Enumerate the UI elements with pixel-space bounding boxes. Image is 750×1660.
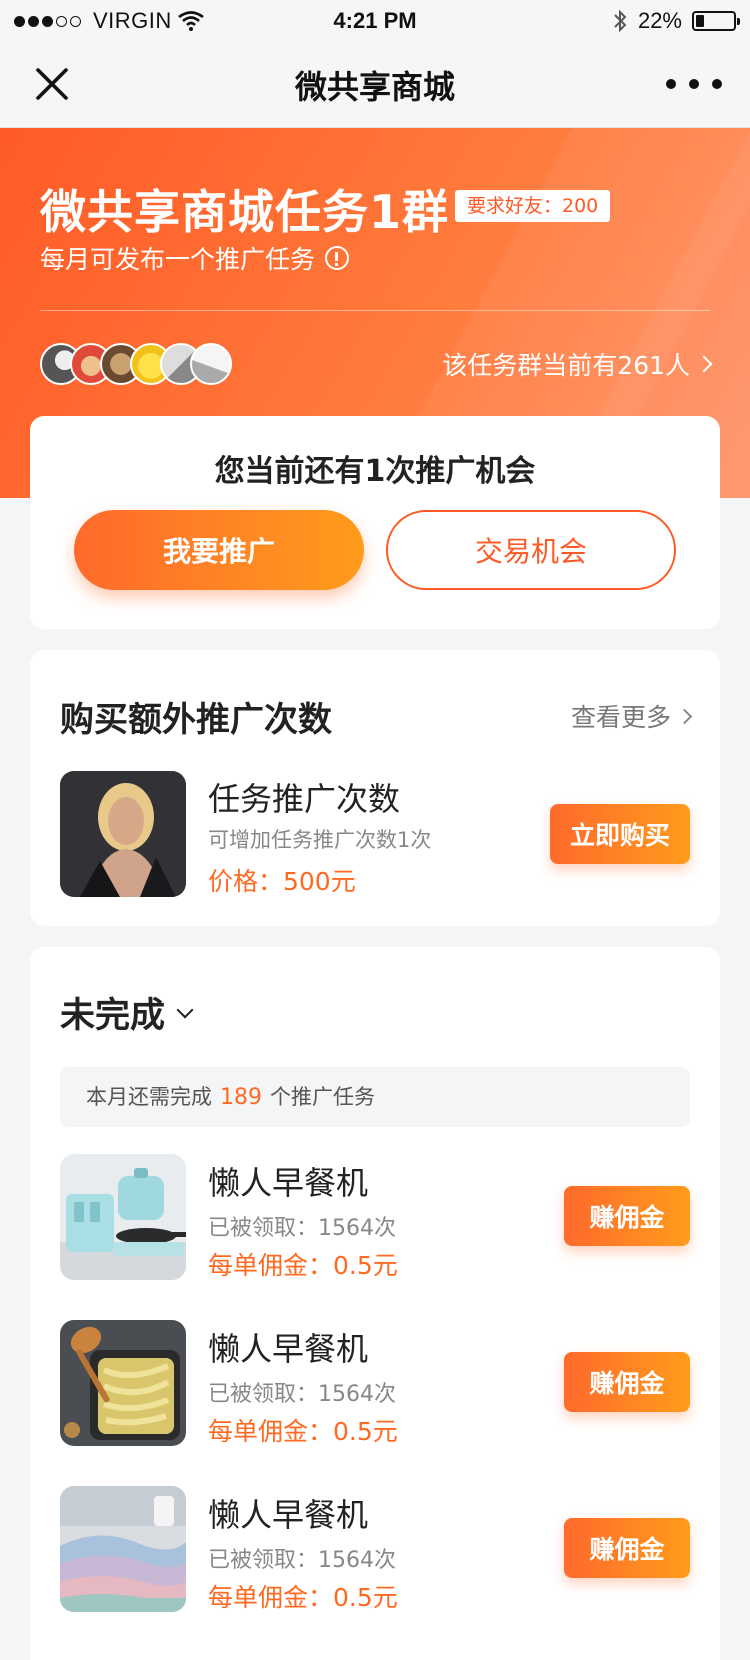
divider — [40, 310, 710, 311]
list-item[interactable]: 懒人早餐机 已被领取：1564次 每单佣金：0.5元 赚佣金 — [60, 1320, 690, 1450]
task-image — [60, 1486, 186, 1612]
buy-now-button[interactable]: 立即购买 — [550, 804, 690, 864]
promote-button[interactable]: 我要推广 — [74, 510, 364, 590]
battery-level — [696, 15, 704, 27]
buy-section-title: 购买额外推广次数 — [60, 700, 332, 740]
task-image — [60, 1320, 186, 1446]
buy-extra-card: 购买额外推广次数 查看更多 任务推广次数 可增加任务推广次数1次 价格：500元… — [30, 650, 720, 926]
battery-percent: 22% — [637, 8, 682, 33]
task-taken-count: 已被领取：1564次 — [208, 1382, 396, 1407]
product-image — [60, 771, 186, 897]
task-commission: 每单佣金：0.5元 — [208, 1417, 398, 1446]
bluetooth-icon — [614, 9, 627, 33]
chevron-down-icon — [176, 1001, 194, 1018]
subtitle-text: 每月可发布一个推广任务 — [40, 245, 316, 274]
earn-commission-button[interactable]: 赚佣金 — [564, 1518, 690, 1578]
task-name: 懒人早餐机 — [208, 1164, 369, 1202]
status-bar: VIRGIN 4:21 PM 22% — [0, 0, 750, 42]
view-more-label: 查看更多 — [570, 703, 671, 732]
info-icon[interactable] — [325, 246, 350, 270]
list-item[interactable]: 懒人早餐机 已被领取：1564次 每单佣金：0.5元 赚佣金 — [60, 1154, 690, 1284]
task-taken-count: 已被领取：1564次 — [208, 1216, 396, 1241]
task-taken-count: 已被领取：1564次 — [208, 1548, 396, 1573]
page-title: 微共享商城 — [294, 68, 455, 106]
status-right: 22% — [612, 8, 740, 34]
chevron-right-icon — [676, 708, 693, 724]
task-name: 懒人早餐机 — [208, 1330, 369, 1368]
task-name: 懒人早餐机 — [208, 1496, 369, 1534]
group-subtitle: 每月可发布一个推广任务 — [40, 240, 350, 276]
more-icon[interactable] — [666, 66, 722, 102]
note-suffix: 个推广任务 — [270, 1085, 375, 1109]
monthly-remaining-note: 本月还需完成 189 个推广任务 — [60, 1067, 690, 1127]
nav-bar: 微共享商城 — [0, 42, 750, 128]
list-item[interactable]: 懒人早餐机 已被领取：1564次 每单佣金：0.5元 赚佣金 — [60, 1486, 690, 1616]
group-title: 微共享商城任务1群 — [40, 185, 450, 239]
filter-label: 未完成 — [60, 996, 166, 1036]
earn-commission-button[interactable]: 赚佣金 — [564, 1352, 690, 1412]
note-prefix: 本月还需完成 — [86, 1085, 212, 1109]
status-filter-dropdown[interactable]: 未完成 — [60, 987, 194, 1038]
member-count-text: 该任务群当前有261人 — [442, 351, 690, 380]
member-avatars[interactable] — [40, 343, 232, 385]
chevron-right-icon — [695, 355, 713, 373]
task-commission: 每单佣金：0.5元 — [208, 1251, 398, 1280]
requirement-badge: 要求好友：200 — [455, 190, 611, 222]
task-image — [60, 1154, 186, 1280]
product-name: 任务推广次数 — [208, 780, 401, 818]
remaining-count: 189 — [220, 1085, 262, 1110]
task-commission: 每单佣金：0.5元 — [208, 1583, 398, 1612]
promotion-chance-card: 您当前还有1次推广机会 我要推广 交易机会 — [30, 416, 720, 629]
battery-icon — [692, 11, 740, 31]
view-more-link[interactable]: 查看更多 — [570, 698, 693, 734]
earn-commission-button[interactable]: 赚佣金 — [564, 1186, 690, 1246]
avatar — [190, 343, 232, 385]
product-price: 价格：500元 — [208, 867, 356, 896]
chance-title: 您当前还有1次推广机会 — [214, 454, 536, 489]
product-description: 可增加任务推广次数1次 — [208, 828, 432, 852]
tasks-card: 未完成 本月还需完成 189 个推广任务 懒人早餐机 已被领取：1564次 每单佣金… — [30, 947, 720, 1660]
trade-chance-button[interactable]: 交易机会 — [386, 510, 676, 590]
member-count-link[interactable]: 该任务群当前有261人 — [442, 346, 713, 382]
